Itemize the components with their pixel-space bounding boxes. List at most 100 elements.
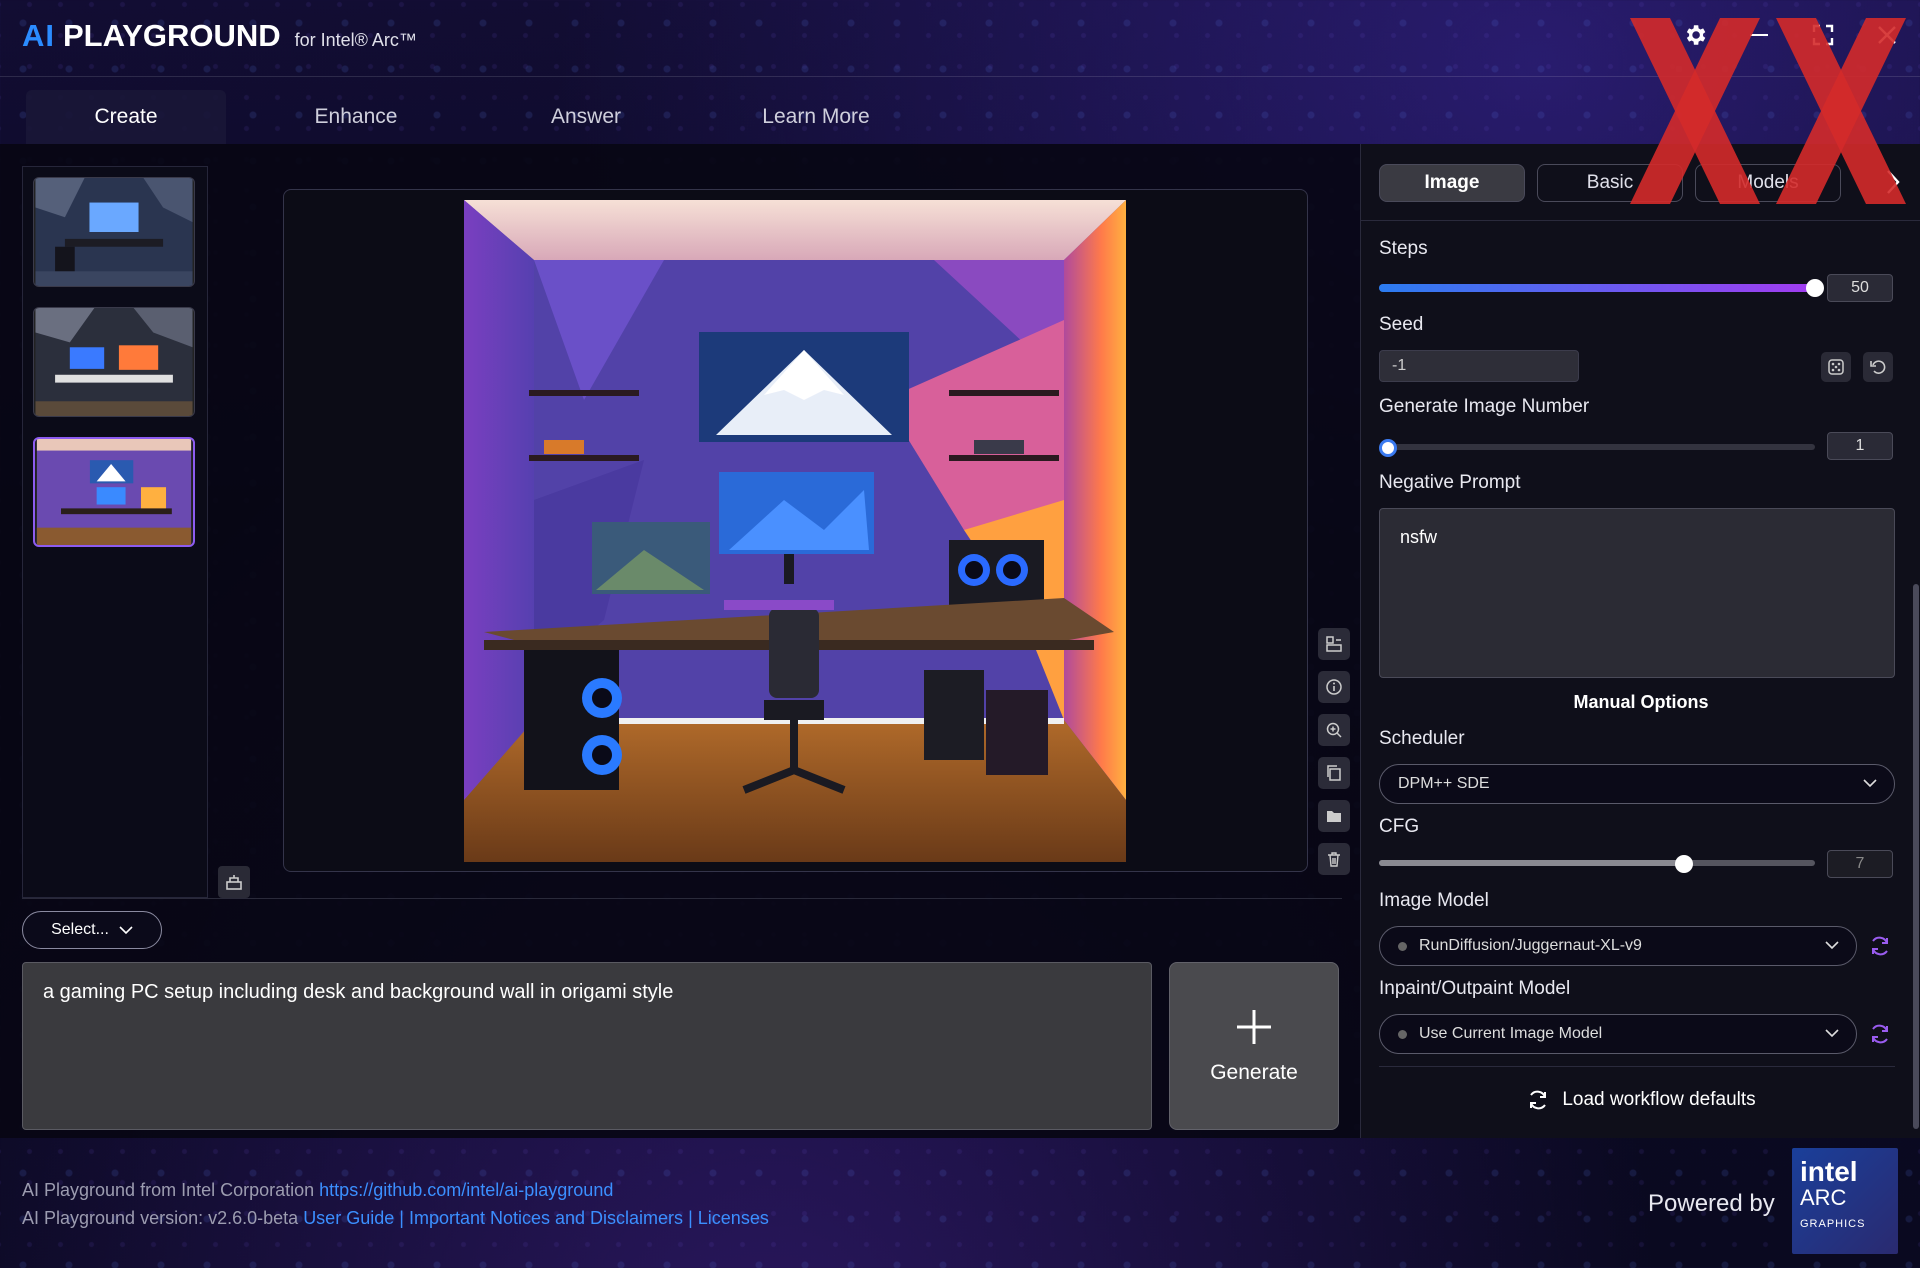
user-guide-link[interactable]: User Guide (303, 1208, 394, 1228)
image-canvas (283, 189, 1308, 872)
badge-graphics: GRAPHICS (1800, 1218, 1866, 1230)
footer-line-1: AI Playground from Intel Corporation htt… (22, 1176, 769, 1204)
thumbnail-list (22, 166, 208, 898)
scheduler-label: Scheduler (1379, 728, 1465, 749)
logo-ai: AI (22, 18, 55, 53)
prompt-input[interactable]: a gaming PC setup including desk and bac… (22, 962, 1152, 1130)
footer: AI Playground from Intel Corporation htt… (22, 1176, 769, 1232)
panel-tabs: Image Basic Models (1379, 164, 1841, 202)
folder-icon[interactable] (1318, 800, 1350, 832)
image-number-slider-handle[interactable] (1379, 439, 1397, 457)
cfg-slider-handle[interactable] (1675, 855, 1693, 873)
title-divider (0, 76, 1920, 77)
notices-link[interactable]: Important Notices and Disclaimers (409, 1208, 683, 1228)
image-model-label: Image Model (1379, 890, 1489, 911)
settings-panel: Image Basic Models Steps 50 Seed -1 Gene… (1360, 144, 1920, 1138)
thumbnail-image (35, 308, 193, 416)
dice-icon[interactable] (1821, 352, 1851, 382)
panel-bottom-divider (1379, 1066, 1895, 1067)
negative-prompt-input[interactable]: nsfw (1379, 508, 1895, 678)
manual-options-heading: Manual Options (1573, 692, 1709, 712)
thumbnail-item[interactable] (33, 307, 195, 417)
image-toolbar (1318, 628, 1350, 875)
licenses-link[interactable]: Licenses (698, 1208, 769, 1228)
info-icon[interactable] (1318, 671, 1350, 703)
negative-prompt-label: Negative Prompt (1379, 472, 1521, 493)
panel-tab-image[interactable]: Image (1379, 164, 1525, 202)
reset-icon[interactable] (1863, 352, 1893, 382)
panel-tab-basic[interactable]: Basic (1537, 164, 1683, 202)
panel-tabs-divider (1361, 220, 1920, 221)
generated-image[interactable] (464, 200, 1126, 862)
generated-image-art (464, 200, 1126, 862)
generate-button[interactable]: Generate (1169, 962, 1339, 1130)
status-dot (1398, 1029, 1407, 1039)
chevron-right-icon[interactable] (1883, 168, 1903, 196)
scheduler-value: DPM++ SDE (1398, 775, 1490, 792)
tab-create[interactable]: Create (26, 90, 226, 144)
seed-input[interactable]: -1 (1379, 350, 1579, 382)
inpaint-model-select[interactable]: Use Current Image Model (1379, 1014, 1857, 1054)
compare-icon[interactable] (1318, 628, 1350, 660)
panel-tab-models[interactable]: Models (1695, 164, 1841, 202)
thumbnail-item[interactable] (33, 177, 195, 287)
image-number-slider[interactable] (1379, 439, 1815, 457)
gear-icon[interactable] (1682, 22, 1708, 48)
image-model-value: RunDiffusion/Juggernaut-XL-v9 (1419, 937, 1642, 954)
steps-slider-handle[interactable] (1806, 279, 1824, 297)
steps-slider[interactable] (1379, 279, 1824, 297)
refresh-icon[interactable] (1867, 933, 1893, 959)
load-workflow-defaults-button[interactable]: Load workflow defaults (1361, 1088, 1920, 1112)
cfg-value[interactable]: 7 (1827, 850, 1893, 878)
chevron-down-icon (1825, 1029, 1839, 1038)
app-logo: AI PLAYGROUND for Intel® Arc™ (22, 18, 417, 54)
chevron-down-icon (119, 926, 133, 935)
copy-icon[interactable] (1318, 757, 1350, 789)
workspace-divider (22, 898, 1342, 899)
minimize-icon[interactable] (1746, 22, 1772, 48)
main-tabs: Create Enhance Answer Learn More (26, 90, 946, 144)
thumbnail-image (36, 439, 192, 545)
chevron-down-icon (1825, 941, 1839, 950)
scheduler-select[interactable]: DPM++ SDE (1379, 764, 1895, 804)
tab-enhance[interactable]: Enhance (256, 90, 456, 144)
refresh-icon[interactable] (1867, 1021, 1893, 1047)
refresh-icon (1530, 1090, 1547, 1110)
panel-scrollbar[interactable] (1913, 584, 1919, 1129)
steps-slider-fill (1379, 284, 1815, 292)
tab-learn-more[interactable]: Learn More (716, 90, 916, 144)
close-icon[interactable] (1874, 22, 1900, 48)
chevron-down-icon (1863, 779, 1877, 788)
load-workflow-defaults-label: Load workflow defaults (1562, 1089, 1756, 1110)
trash-icon[interactable] (1318, 843, 1350, 875)
zoom-icon[interactable] (1318, 714, 1350, 746)
intel-arc-logo: intel ARC GRAPHICS (1792, 1148, 1898, 1254)
github-link[interactable]: https://github.com/intel/ai-playground (319, 1180, 613, 1200)
badge-intel: intel (1800, 1156, 1858, 1187)
tab-answer[interactable]: Answer (486, 90, 686, 144)
cfg-slider[interactable] (1379, 855, 1815, 873)
footer-corp-text: AI Playground from Intel Corporation (22, 1180, 315, 1200)
footer-separator: | (688, 1208, 693, 1228)
inpaint-model-label: Inpaint/Outpaint Model (1379, 978, 1571, 999)
cfg-label: CFG (1379, 816, 1420, 837)
cfg-slider-fill (1379, 860, 1684, 866)
inpaint-model-value: Use Current Image Model (1419, 1025, 1603, 1042)
seed-label: Seed (1379, 314, 1424, 335)
window-controls (1682, 22, 1900, 48)
powered-by-text: Powered by (1648, 1190, 1775, 1217)
steps-value[interactable]: 50 (1827, 274, 1893, 302)
fullscreen-icon[interactable] (1810, 22, 1836, 48)
logo-subtitle: for Intel® Arc™ (294, 30, 417, 50)
footer-separator: | (399, 1208, 404, 1228)
thumbnail-item-selected[interactable] (33, 437, 195, 547)
title-bar: AI PLAYGROUND for Intel® Arc™ (0, 0, 1920, 78)
image-number-value[interactable]: 1 (1827, 432, 1893, 460)
grid-icon[interactable] (218, 866, 250, 898)
image-model-select[interactable]: RunDiffusion/Juggernaut-XL-v9 (1379, 926, 1857, 966)
thumbnail-image (35, 178, 193, 286)
preset-select-label: Select... (51, 921, 109, 938)
steps-label: Steps (1379, 238, 1428, 259)
preset-select[interactable]: Select... (22, 911, 162, 949)
badge-arc: ARC (1800, 1185, 1847, 1210)
